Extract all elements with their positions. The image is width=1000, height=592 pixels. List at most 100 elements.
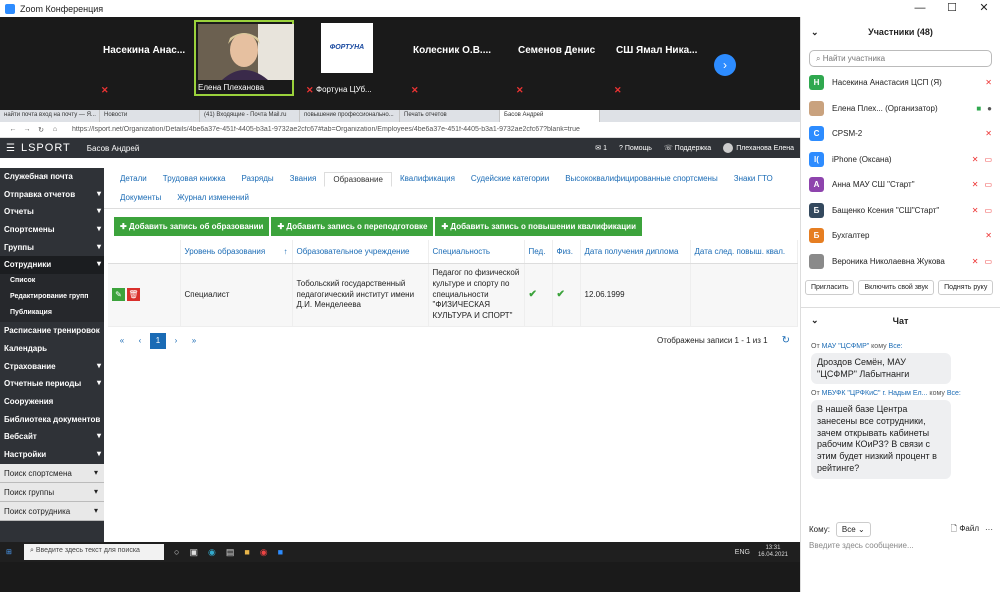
- participant-row[interactable]: С CPSM-2 ✕: [801, 121, 1000, 147]
- forward-icon[interactable]: →: [20, 126, 34, 133]
- help-link[interactable]: ? Помощь: [619, 145, 652, 152]
- tab-details[interactable]: Детали: [112, 172, 155, 187]
- sidebar-item-periods[interactable]: Отчетные периоды: [0, 375, 104, 393]
- sidebar-item-schedule[interactable]: Расписание тренировок: [0, 322, 104, 340]
- search-employee-dropdown[interactable]: Поиск сотрудника: [0, 501, 104, 521]
- maximize-button[interactable]: ☐: [936, 0, 968, 17]
- explorer-icon[interactable]: ■: [244, 547, 249, 558]
- support-link[interactable]: ☏ Поддержка: [664, 144, 711, 152]
- col-ped[interactable]: Пед.: [524, 240, 553, 264]
- raise-hand-button[interactable]: Поднять руку: [938, 280, 994, 295]
- account-menu[interactable]: Плеханова Елена: [723, 143, 794, 153]
- tab-workbook[interactable]: Трудовая книжка: [155, 172, 234, 187]
- search-group-dropdown[interactable]: Поиск группы: [0, 482, 104, 502]
- browser-tab[interactable]: повышение профессионально...: [300, 110, 400, 122]
- sidebar-item-insurance[interactable]: Страхование: [0, 358, 104, 376]
- participant-row[interactable]: Вероника Николаевна Жукова ✕ ▭: [801, 249, 1000, 275]
- sidebar-item-reports[interactable]: Отчеты: [0, 203, 104, 221]
- page-1-button[interactable]: 1: [150, 332, 166, 349]
- zoom-taskbar-icon[interactable]: ■: [278, 547, 283, 558]
- sidebar-item-calendar[interactable]: Календарь: [0, 340, 104, 358]
- back-icon[interactable]: ←: [6, 126, 20, 133]
- sidebar-item-groups[interactable]: Группы: [0, 239, 104, 257]
- unmute-button[interactable]: Включить свой звук: [858, 280, 935, 295]
- tab-ranks[interactable]: Разряды: [233, 172, 281, 187]
- tab-qualification[interactable]: Квалификация: [392, 172, 463, 187]
- col-next-date[interactable]: Дата след. повыш. квал.: [690, 240, 798, 264]
- sidebar-subitem-edit-groups[interactable]: Редактирование групп: [0, 290, 104, 307]
- sidebar-item-employees[interactable]: Сотрудники: [0, 256, 104, 275]
- close-button[interactable]: ✕: [968, 0, 1000, 17]
- search-athlete-dropdown[interactable]: Поиск спортсмена: [0, 463, 104, 483]
- sidebar-item-athletes[interactable]: Спортсмены: [0, 221, 104, 239]
- participant-row[interactable]: I(iPhone (Оксана) ✕ ▭: [801, 147, 1000, 173]
- sidebar-item-facilities[interactable]: Сооружения: [0, 393, 104, 411]
- chevron-down-icon[interactable]: ⌄: [811, 27, 819, 38]
- video-tile[interactable]: СШ Ямал Ника... ✕: [608, 20, 708, 96]
- edge-icon[interactable]: ◉: [208, 547, 216, 558]
- tab-changelog[interactable]: Журнал изменений: [169, 191, 257, 204]
- browser-tab[interactable]: Новости: [100, 110, 200, 122]
- video-tile[interactable]: Насекина Анас... ✕: [95, 20, 195, 96]
- task-view-icon[interactable]: ○: [174, 547, 179, 558]
- next-page-arrow-icon[interactable]: ›: [714, 54, 736, 76]
- chrome-icon[interactable]: ◉: [260, 547, 268, 558]
- video-tile[interactable]: ФОРТУНА ✕ Фортуна ЦУб...: [300, 20, 400, 96]
- tab-titles[interactable]: Звания: [282, 172, 325, 187]
- sidebar-item-library[interactable]: Библиотека документов: [0, 411, 104, 429]
- browser-tab[interactable]: Печать отчетов: [400, 110, 500, 122]
- tab-education[interactable]: Образование: [324, 172, 392, 187]
- col-institution[interactable]: Образовательное учреждение: [292, 240, 429, 264]
- chat-input[interactable]: Введите здесь сообщение...: [809, 541, 914, 550]
- store-icon[interactable]: ▤: [226, 547, 235, 558]
- col-diploma-date[interactable]: Дата получения диплома: [580, 240, 691, 264]
- sidebar-item-send-reports[interactable]: Отправка отчетов: [0, 186, 104, 204]
- participant-row[interactable]: А Анна МАУ СШ "Старт" ✕ ▭: [801, 172, 1000, 198]
- participant-row[interactable]: Б Бащенко Ксения "СШ"Старт" ✕ ▭: [801, 198, 1000, 224]
- add-retraining-button[interactable]: ✚ Добавить запись о переподготовке: [271, 217, 434, 236]
- sidebar-subitem-publication[interactable]: Публикация: [0, 306, 104, 323]
- next-page-button[interactable]: ›: [168, 333, 184, 349]
- last-page-button[interactable]: »: [186, 333, 202, 349]
- browser-tab[interactable]: (41) Входящие - Почта Mail.ru: [200, 110, 300, 122]
- taskbar-search-input[interactable]: ⌕ Введите здесь текст для поиска: [24, 544, 164, 560]
- col-specialty[interactable]: Специальность: [428, 240, 525, 264]
- table-row[interactable]: ✎ 🗑 Специалист Тобольский государственный…: [108, 263, 798, 327]
- sidebar-subitem-list[interactable]: Список: [0, 274, 104, 291]
- browser-tab-active[interactable]: Басов Андрей: [500, 110, 600, 122]
- app-logo[interactable]: LSPORT: [21, 142, 71, 154]
- delete-icon[interactable]: 🗑: [127, 288, 140, 302]
- participant-row[interactable]: Б Бухгалтер ✕: [801, 223, 1000, 249]
- participant-row[interactable]: Елена Плех... (Организатор) ■ ●: [801, 96, 1000, 122]
- recipient-select[interactable]: Все ⌄: [835, 522, 871, 537]
- reload-icon[interactable]: ↻: [34, 126, 48, 134]
- video-tile-active[interactable]: Елена Плеханова: [194, 20, 294, 96]
- tab-documents[interactable]: Документы: [112, 191, 169, 204]
- chevron-down-icon[interactable]: ⌄: [811, 315, 819, 326]
- more-icon[interactable]: ···: [985, 525, 993, 534]
- video-tile[interactable]: Колесник О.В.... ✕: [405, 20, 505, 96]
- add-education-button[interactable]: ✚ Добавить запись об образовании: [114, 217, 270, 236]
- sidebar-item-settings[interactable]: Настройки: [0, 446, 104, 464]
- edit-icon[interactable]: ✎: [112, 288, 125, 302]
- invite-button[interactable]: Пригласить: [805, 280, 855, 295]
- keyboard-lang[interactable]: ENG: [735, 549, 750, 556]
- browser-tab[interactable]: найти почта вход на почту — Я...: [0, 110, 100, 122]
- first-page-button[interactable]: «: [114, 333, 130, 349]
- sidebar-item-mail[interactable]: Служебная почта: [0, 168, 104, 186]
- prev-page-button[interactable]: ‹: [132, 333, 148, 349]
- participant-search-input[interactable]: ⌕ Найти участника: [809, 50, 992, 67]
- video-tile[interactable]: Семенов Денис ✕: [510, 20, 610, 96]
- tab-gto[interactable]: Знаки ГТО: [726, 172, 781, 187]
- mail-link[interactable]: ✉ 1: [595, 144, 607, 152]
- tab-top-athletes[interactable]: Высококвалифицированные спортсмены: [557, 172, 726, 187]
- col-level[interactable]: Уровень образования ↑: [180, 240, 293, 264]
- task-view-icon[interactable]: ▣: [189, 547, 198, 558]
- add-qualification-button[interactable]: ✚ Добавить запись о повышении квалификац…: [435, 217, 642, 236]
- participant-row[interactable]: Н Насекина Анастасия ЦСП (Я) ✕: [801, 70, 1000, 96]
- col-fiz[interactable]: Физ.: [552, 240, 581, 264]
- sidebar-item-website[interactable]: Вебсайт: [0, 428, 104, 446]
- url-field[interactable]: https://lsport.net/Organization/Details/…: [72, 126, 794, 133]
- file-button[interactable]: 🗋 Файл: [951, 523, 979, 537]
- windows-start-icon[interactable]: ⊞: [6, 548, 20, 556]
